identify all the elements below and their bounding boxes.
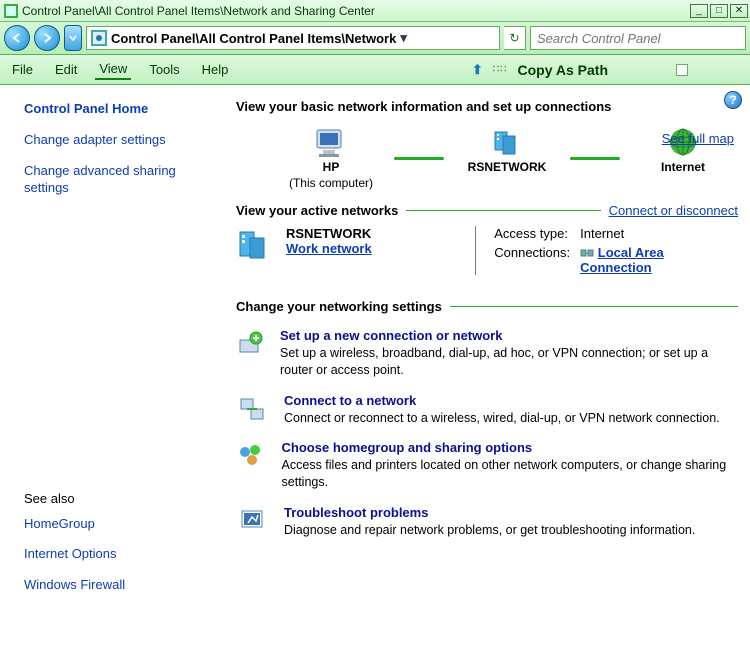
left-sidebar: Control Panel Home Change adapter settin…: [0, 85, 236, 618]
access-type-value: Internet: [580, 226, 738, 241]
sidebar-homegroup[interactable]: HomeGroup: [24, 516, 216, 533]
sidebar-windows-firewall[interactable]: Windows Firewall: [24, 577, 216, 594]
close-button[interactable]: ✕: [730, 4, 748, 18]
settings-list: Set up a new connection or network Set u…: [236, 328, 738, 539]
arrow-left-icon: [11, 32, 23, 44]
sidebar-change-adapter[interactable]: Change adapter settings: [24, 132, 216, 149]
map-connection-line: [394, 157, 444, 160]
sidebar-change-advanced[interactable]: Change advanced sharing settings: [24, 163, 216, 197]
menu-file[interactable]: File: [8, 60, 37, 79]
arrow-right-icon: [41, 32, 53, 44]
help-icon[interactable]: ?: [724, 91, 742, 109]
grip-icon: ∷∷: [493, 64, 508, 75]
map-node-computer: HP (This computer): [276, 126, 386, 191]
maximize-button[interactable]: □: [710, 4, 728, 18]
setting-title: Troubleshoot problems: [284, 505, 695, 520]
back-button[interactable]: [4, 25, 30, 51]
menu-edit[interactable]: Edit: [51, 60, 81, 79]
setting-title: Set up a new connection or network: [280, 328, 738, 343]
page-heading: View your basic network information and …: [236, 99, 738, 114]
control-panel-icon: [91, 30, 107, 46]
setting-title: Connect to a network: [284, 393, 720, 408]
title-bar: Control Panel\All Control Panel Items\Ne…: [0, 0, 750, 22]
map-node-network: RSNETWORK: [452, 126, 562, 191]
change-settings-heading: Change your networking settings: [236, 299, 738, 314]
section-title: View your active networks: [236, 203, 398, 218]
network-building-icon: [236, 226, 272, 262]
map-node-label: HP: [323, 160, 340, 174]
troubleshoot-icon: [238, 507, 266, 539]
setting-desc: Connect or reconnect to a wireless, wire…: [284, 410, 720, 427]
map-node-label: RSNETWORK: [468, 160, 547, 174]
menu-help[interactable]: Help: [198, 60, 233, 79]
up-arrow-icon: ⬆: [472, 62, 483, 78]
chevron-down-icon: [69, 34, 77, 42]
minimize-button[interactable]: _: [690, 4, 708, 18]
see-also-heading: See also: [24, 491, 216, 506]
sidebar-control-panel-home[interactable]: Control Panel Home: [24, 101, 216, 118]
window-title: Control Panel\All Control Panel Items\Ne…: [22, 4, 375, 18]
menu-view[interactable]: View: [95, 59, 131, 80]
main-panel: View your basic network information and …: [236, 85, 750, 618]
menu-bar: File Edit View Tools Help ⬆ ∷∷ Copy As P…: [0, 55, 750, 85]
setting-desc: Set up a wireless, broadband, dial-up, a…: [280, 345, 738, 379]
sidebar-internet-options[interactable]: Internet Options: [24, 546, 216, 563]
connect-disconnect-link[interactable]: Connect or disconnect: [609, 203, 738, 218]
see-full-map-link[interactable]: See full map: [662, 131, 734, 146]
connections-label: Connections:: [494, 245, 570, 260]
computer-icon: [311, 126, 351, 158]
ethernet-icon: [580, 247, 594, 259]
connect-network-icon: [238, 395, 266, 427]
toolbar-extra-icon[interactable]: [676, 64, 688, 76]
setting-desc: Diagnose and repair network problems, or…: [284, 522, 695, 539]
forward-button[interactable]: [34, 25, 60, 51]
map-node-sublabel: (This computer): [289, 176, 373, 190]
copy-as-path-label: Copy As Path: [518, 62, 609, 78]
map-node-label: Internet: [661, 160, 705, 174]
active-network-type[interactable]: Work network: [286, 241, 372, 256]
history-dropdown[interactable]: [64, 25, 82, 51]
setting-title: Choose homegroup and sharing options: [282, 440, 738, 455]
active-networks-heading: View your active networks Connect or dis…: [236, 203, 738, 218]
setting-troubleshoot[interactable]: Troubleshoot problems Diagnose and repai…: [236, 505, 738, 539]
content-area: ? Control Panel Home Change adapter sett…: [0, 85, 750, 618]
breadcrumb-text: Control Panel\All Control Panel Items\Ne…: [111, 31, 396, 46]
active-network-name: RSNETWORK: [286, 226, 372, 241]
refresh-icon: ↻: [509, 31, 519, 45]
setting-desc: Access files and printers located on oth…: [282, 457, 738, 491]
map-connection-line: [570, 157, 620, 160]
section-title: Change your networking settings: [236, 299, 442, 314]
navigation-bar: Control Panel\All Control Panel Items\Ne…: [0, 22, 750, 55]
setting-homegroup[interactable]: Choose homegroup and sharing options Acc…: [236, 440, 738, 491]
breadcrumb-dropdown-icon[interactable]: ▾: [400, 30, 407, 46]
control-panel-icon: [4, 4, 18, 18]
network-icon: [487, 126, 527, 158]
copy-as-path-toolbar[interactable]: ⬆ ∷∷ Copy As Path: [472, 62, 608, 78]
active-network-block: RSNETWORK Work network Access type: Inte…: [236, 226, 738, 275]
menu-tools[interactable]: Tools: [145, 60, 183, 79]
setting-setup-connection[interactable]: Set up a new connection or network Set u…: [236, 328, 738, 379]
address-bar[interactable]: Control Panel\All Control Panel Items\Ne…: [86, 26, 500, 50]
search-input[interactable]: [530, 26, 746, 50]
refresh-button[interactable]: ↻: [504, 26, 526, 50]
setting-connect-network[interactable]: Connect to a network Connect or reconnec…: [236, 393, 738, 427]
new-connection-icon: [236, 330, 264, 379]
homegroup-icon: [237, 442, 265, 491]
window-buttons: _ □ ✕: [688, 4, 748, 18]
access-type-label: Access type:: [494, 226, 570, 241]
